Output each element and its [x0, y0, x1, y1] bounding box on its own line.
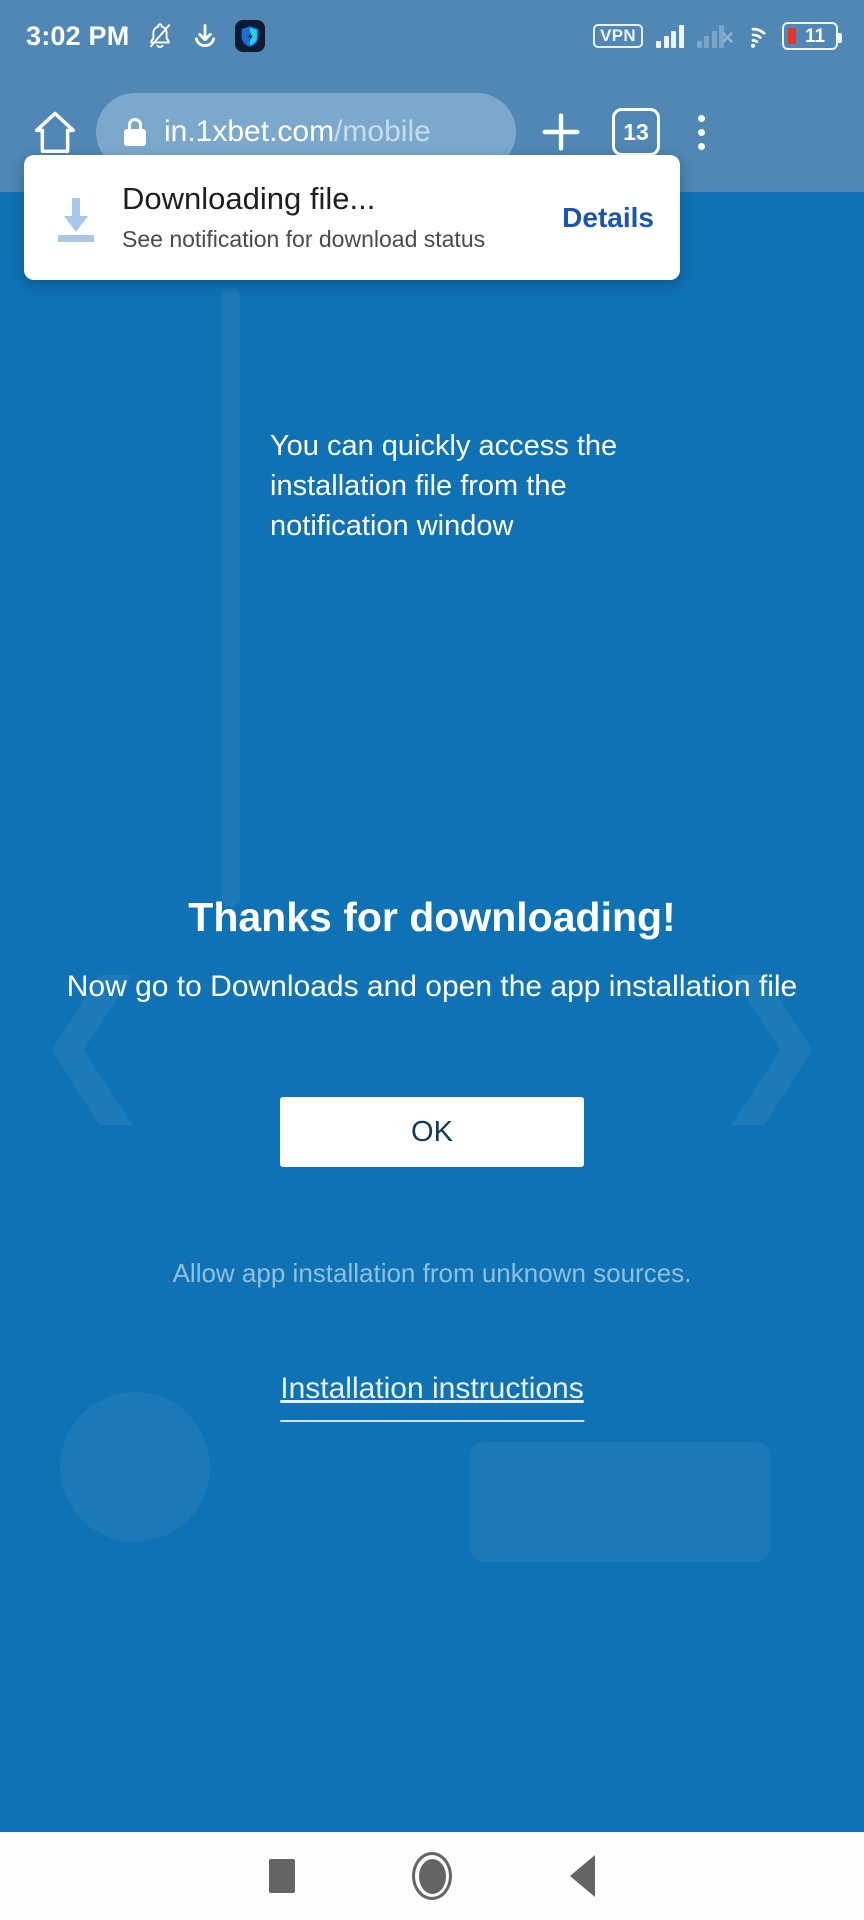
- battery-low-fill: [788, 28, 796, 44]
- decorative-shape: [470, 1442, 770, 1562]
- signal-strength-icon: [656, 24, 684, 48]
- webpage-content: ❮ ❯ You can quickly access the installat…: [0, 192, 864, 1832]
- download-snackbar[interactable]: Downloading file... See notification for…: [24, 155, 680, 280]
- back-button[interactable]: [507, 1832, 657, 1920]
- notifications-silenced-icon: [150, 23, 171, 48]
- plus-icon: [542, 113, 580, 151]
- status-bar-left: 3:02 PM: [26, 20, 266, 52]
- no-sim-x-icon: ✕: [719, 28, 735, 48]
- phone-screen: ❮ ❯ You can quickly access the installat…: [0, 0, 864, 1920]
- unknown-sources-text: Allow app installation from unknown sour…: [172, 1258, 692, 1288]
- download-details-button[interactable]: Details: [552, 202, 654, 234]
- page-subtitle: Now go to Downloads and open the app ins…: [66, 970, 798, 1004]
- home-nav-button[interactable]: [357, 1832, 507, 1920]
- menu-dot: [697, 142, 705, 150]
- recents-square-icon: [269, 1859, 295, 1893]
- status-clock: 3:02 PM: [26, 20, 130, 51]
- download-arrow-icon: [54, 194, 98, 242]
- vpn-badge: VPN: [593, 24, 643, 48]
- recents-button[interactable]: [207, 1832, 357, 1920]
- tab-switcher-button[interactable]: 13: [612, 108, 660, 156]
- shield-glyph-icon: [242, 25, 259, 47]
- url-host: in.1xbet.com: [164, 115, 335, 148]
- download-status-subtitle: See notification for download status: [122, 226, 486, 253]
- home-circle-icon: [412, 1852, 452, 1900]
- decorative-shape: [222, 287, 240, 907]
- menu-dot: [697, 114, 705, 122]
- signal-no-sim-icon: ✕: [696, 24, 735, 48]
- status-bar-right: VPN ✕ 11: [593, 22, 842, 50]
- installation-instructions-link[interactable]: Installation instructions: [280, 1372, 584, 1422]
- status-bar: 3:02 PM VPN ✕ 11: [0, 0, 864, 72]
- battery-percent-label: 11: [804, 25, 826, 47]
- system-navigation-bar: [0, 1832, 864, 1920]
- vpn-shield-app-icon: [235, 20, 266, 52]
- menu-dot: [697, 128, 705, 136]
- notification-hint-text: You can quickly access the installation …: [270, 430, 618, 543]
- download-icon: [195, 24, 216, 48]
- lock-icon: [124, 118, 146, 146]
- back-triangle-icon: [569, 1855, 595, 1897]
- url-path: /mobile: [334, 115, 431, 148]
- download-status-title: Downloading file...: [122, 181, 376, 217]
- download-snackbar-text: Downloading file... See notification for…: [122, 181, 528, 253]
- page-title: Thanks for downloading!: [188, 894, 676, 940]
- wifi-icon: [750, 27, 766, 48]
- url-text: in.1xbet.com/mobile: [164, 115, 431, 149]
- overflow-menu-button[interactable]: [676, 97, 726, 167]
- decorative-shape: [60, 1392, 210, 1542]
- thanks-block: Thanks for downloading! Now go to Downlo…: [0, 892, 864, 1009]
- battery-indicator: 11: [782, 22, 842, 50]
- home-icon: [34, 111, 76, 153]
- ok-button[interactable]: OK: [280, 1097, 584, 1167]
